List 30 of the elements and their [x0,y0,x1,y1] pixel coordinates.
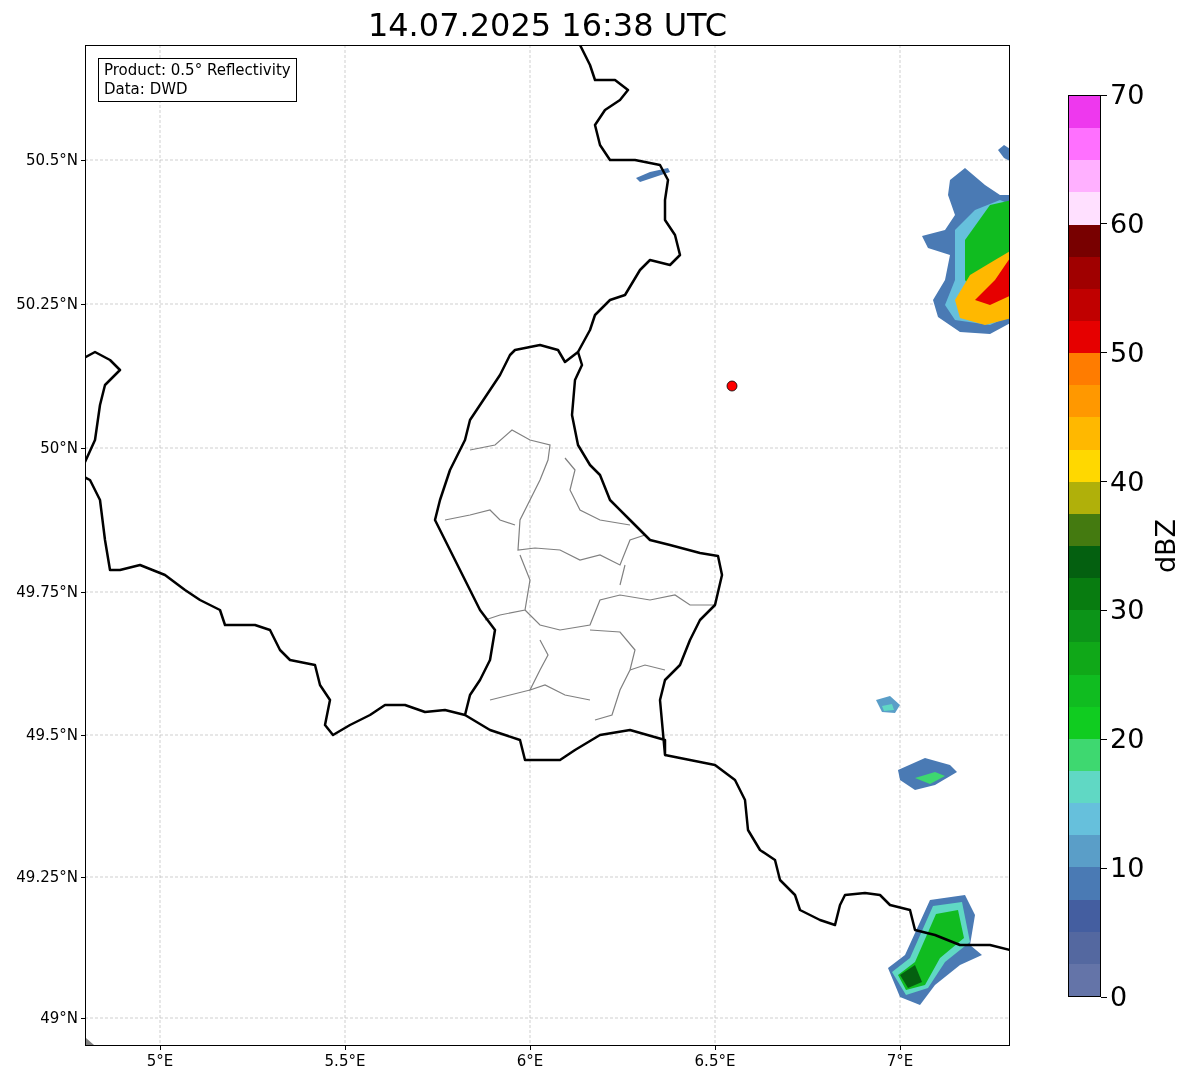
colorbar-label: dBZ [1151,518,1181,574]
chart-title: 14.07.2025 16:38 UTC [367,5,728,45]
info-text: Product: 0.5° Reflectivity [104,61,291,80]
colorbar-tick-label: 50 [1109,337,1145,368]
longitude-label: 5°E [146,1051,174,1070]
radar-echo [876,696,900,713]
latitude-label: 49°N [40,1009,79,1027]
latitude-label: 49.75°N [16,583,79,601]
map-corner-shape [86,1038,94,1045]
latitude-label: 50.5°N [25,151,79,169]
latitude-label: 50.25°N [16,295,79,313]
radar-echo [898,758,957,790]
longitude-label: 7°E [886,1051,914,1070]
location-marker [726,380,738,392]
latitude-label: 50°N [40,439,79,457]
colorbar-tick-label: 60 [1109,208,1145,239]
colorbar-tick-label: 30 [1109,595,1145,626]
colorbar-tick-label: 70 [1109,80,1145,110]
radar-echo [998,145,1009,162]
info-text: Data: DWD [104,80,189,99]
longitude-label: 6°E [516,1051,544,1070]
longitude-label: 6.5°E [694,1051,736,1070]
latitude-label: 49.5°N [25,726,79,744]
longitude-label: 5.5°E [324,1051,366,1070]
colorbar-tick-label: 20 [1109,724,1145,755]
latitude-label: 49.25°N [16,868,79,886]
colorbar-tick-label: 40 [1109,466,1145,497]
radar-echo [636,168,670,182]
colorbar-tick-label: 10 [1109,853,1145,884]
colorbar-tick-label: 0 [1109,982,1128,1012]
